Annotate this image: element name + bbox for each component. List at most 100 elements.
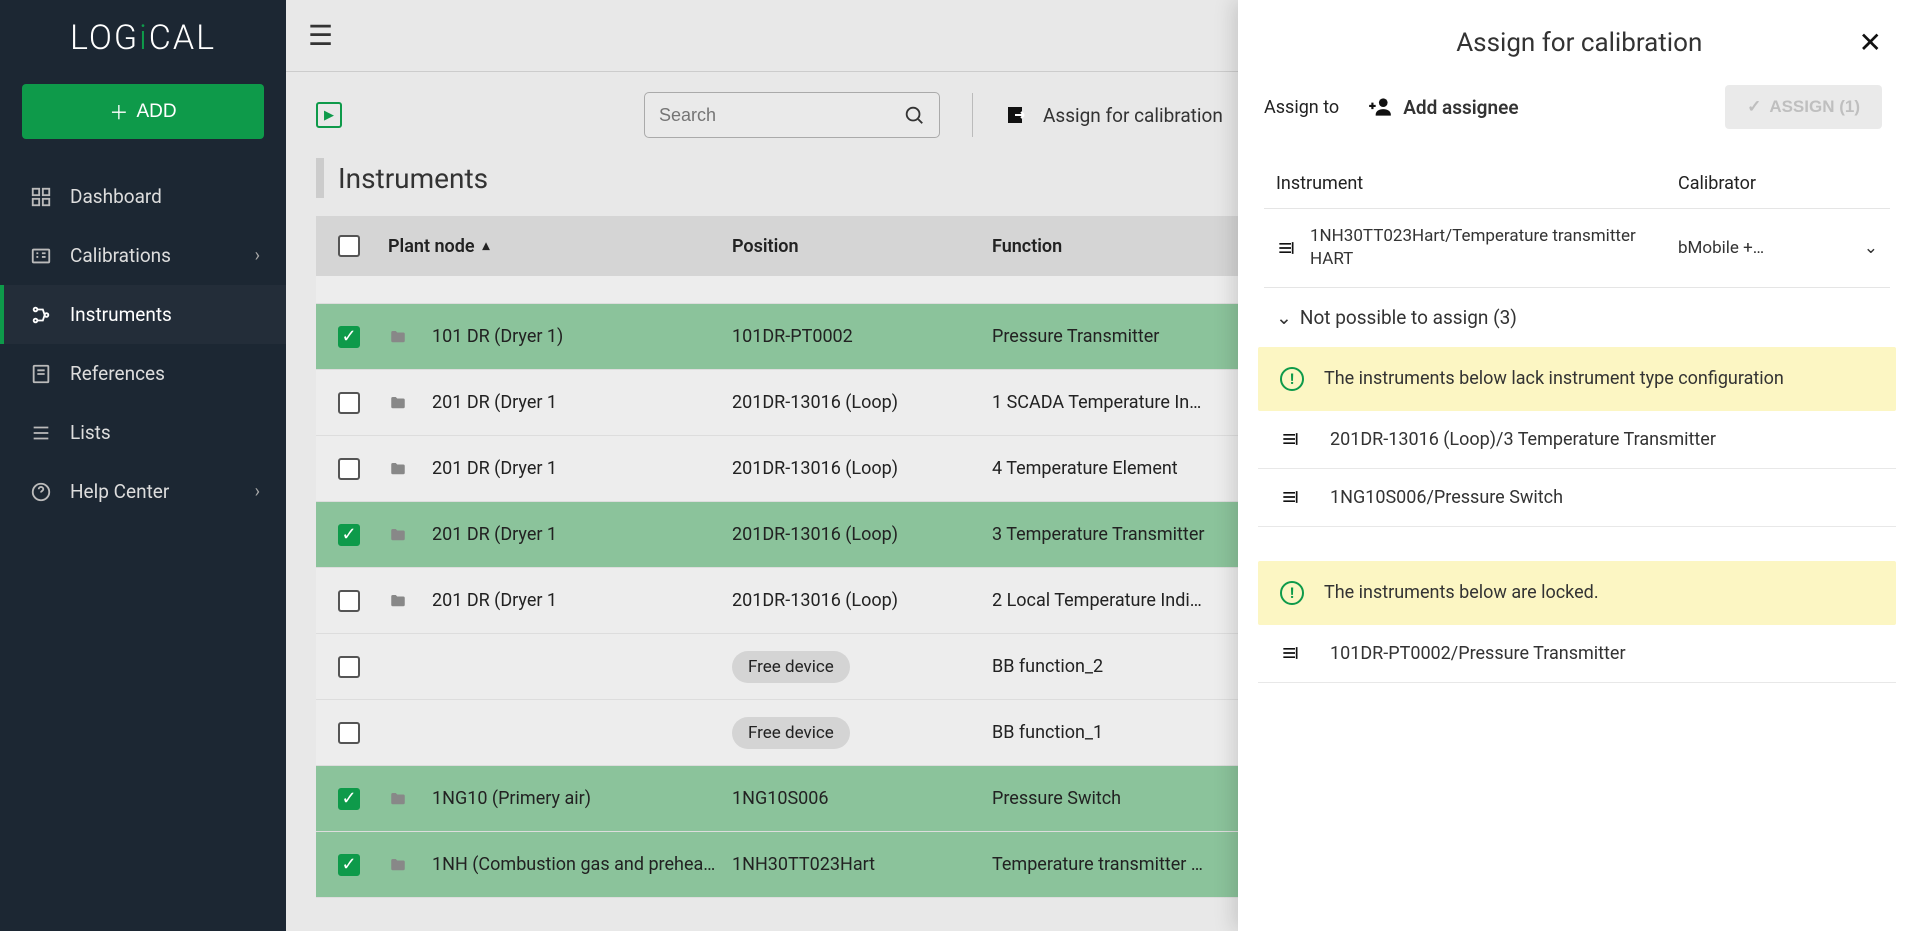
- plant-node-label: 201 DR (Dryer 1: [432, 392, 557, 413]
- separator: [972, 93, 973, 137]
- plant-node-label: 1NH (Combustion gas and prehea…: [432, 854, 715, 875]
- row-checkbox[interactable]: [338, 392, 360, 414]
- position-label: 1NG10S006: [732, 788, 992, 809]
- row-checkbox[interactable]: [338, 656, 360, 678]
- warning-text: The instruments below lack instrument ty…: [1324, 368, 1784, 389]
- item-label: 101DR-PT0002/Pressure Transmitter: [1330, 643, 1626, 664]
- nav-help[interactable]: Help Center ›: [0, 462, 286, 521]
- folder-icon: [388, 592, 408, 610]
- chevron-down-icon: ⌄: [1276, 306, 1292, 329]
- chevron-right-icon: ›: [255, 245, 260, 266]
- plant-node-label: 201 DR (Dryer 1: [432, 590, 557, 611]
- function-label: Pressure Transmitter: [992, 326, 1252, 347]
- panel-col-calibrator: Calibrator: [1678, 173, 1878, 194]
- plant-node-label: 201 DR (Dryer 1: [432, 524, 557, 545]
- calibrations-icon: [30, 245, 52, 267]
- assign-for-calibration-button[interactable]: Assign for calibration: [1005, 103, 1223, 127]
- row-checkbox[interactable]: ✓: [338, 854, 360, 876]
- not-possible-toggle[interactable]: ⌄ Not possible to assign (3): [1238, 288, 1916, 347]
- position-label: 101DR-PT0002: [732, 326, 992, 347]
- search-box[interactable]: [644, 92, 940, 138]
- function-label: 1 SCADA Temperature In…: [992, 392, 1252, 413]
- unassignable-item: 1NG10S006/Pressure Switch: [1258, 469, 1896, 527]
- row-checkbox[interactable]: ✓: [338, 326, 360, 348]
- position-label: 201DR-13016 (Loop): [732, 458, 992, 479]
- warning-text: The instruments below are locked.: [1324, 582, 1599, 603]
- position-label: 201DR-13016 (Loop): [732, 392, 992, 413]
- row-checkbox[interactable]: ✓: [338, 788, 360, 810]
- references-icon: [30, 363, 52, 385]
- row-checkbox[interactable]: ✓: [338, 524, 360, 546]
- panel-instrument-row: 1NH30TT023Hart/Temperature transmitter H…: [1264, 208, 1890, 288]
- warning-missing-type: ! The instruments below lack instrument …: [1258, 347, 1896, 411]
- folder-icon: [388, 856, 408, 874]
- lists-icon: [30, 422, 52, 444]
- row-checkbox[interactable]: [338, 590, 360, 612]
- calibrator-select[interactable]: bMobile +… ⌄: [1678, 238, 1878, 258]
- folder-icon: [388, 394, 408, 412]
- plant-node-label: 201 DR (Dryer 1: [432, 458, 557, 479]
- hamburger-icon[interactable]: ☰: [308, 19, 333, 52]
- nav-dashboard[interactable]: Dashboard: [0, 167, 286, 226]
- nav-lists[interactable]: Lists: [0, 403, 286, 462]
- help-icon: [30, 481, 52, 503]
- add-button[interactable]: ＋ ADD: [22, 84, 264, 139]
- plant-node-label: 1NG10 (Primery air): [432, 788, 591, 809]
- item-label: 1NG10S006/Pressure Switch: [1330, 487, 1563, 508]
- plus-icon: ＋: [109, 98, 128, 125]
- folder-icon: [388, 526, 408, 544]
- function-label: Pressure Switch: [992, 788, 1252, 809]
- assign-button-label: ASSIGN (1): [1769, 97, 1860, 117]
- check-icon: ✓: [1747, 97, 1761, 117]
- row-checkbox[interactable]: [338, 458, 360, 480]
- close-icon[interactable]: ✕: [1859, 26, 1882, 59]
- col-position[interactable]: Position: [732, 236, 992, 257]
- position-label: 201DR-13016 (Loop): [732, 590, 992, 611]
- nav-references-label: References: [70, 362, 165, 385]
- position-label: 1NH30TT023Hart: [732, 854, 992, 875]
- search-icon: [903, 104, 925, 126]
- panel-title: Assign for calibration: [1300, 28, 1859, 58]
- panel-col-instrument: Instrument: [1276, 173, 1678, 194]
- nav-dashboard-label: Dashboard: [70, 185, 162, 208]
- add-button-label: ADD: [136, 101, 176, 123]
- nav-instruments[interactable]: Instruments: [0, 285, 286, 344]
- folder-icon: [388, 328, 408, 346]
- instrument-icon: [1280, 429, 1300, 449]
- nav-help-label: Help Center: [70, 480, 169, 503]
- not-possible-label: Not possible to assign (3): [1300, 306, 1517, 329]
- assign-button[interactable]: ✓ ASSIGN (1): [1725, 85, 1882, 129]
- nav-calibrations-label: Calibrations: [70, 244, 171, 267]
- function-label: 3 Temperature Transmitter: [992, 524, 1252, 545]
- function-label: 2 Local Temperature Indi…: [992, 590, 1252, 611]
- folder-icon: [388, 460, 408, 478]
- unassignable-item: 201DR-13016 (Loop)/3 Temperature Transmi…: [1258, 411, 1896, 469]
- search-input[interactable]: [659, 105, 903, 126]
- nav-calibrations[interactable]: Calibrations ›: [0, 226, 286, 285]
- select-all-checkbox[interactable]: [338, 235, 360, 257]
- play-button[interactable]: ▶: [316, 102, 342, 128]
- nav-references[interactable]: References: [0, 344, 286, 403]
- free-device-pill: Free device: [732, 651, 850, 683]
- assign-for-calibration-label: Assign for calibration: [1043, 104, 1223, 127]
- unassignable-item: 101DR-PT0002/Pressure Transmitter: [1258, 625, 1896, 683]
- nav-lists-label: Lists: [70, 421, 111, 444]
- function-label: BB function_1: [992, 722, 1252, 743]
- col-function[interactable]: Function: [992, 236, 1252, 257]
- logo: LOGiCAL: [0, 18, 286, 58]
- position-label: 201DR-13016 (Loop): [732, 524, 992, 545]
- col-plant-node[interactable]: Plant node ▴: [382, 236, 732, 257]
- export-icon: [1005, 103, 1029, 127]
- dashboard-icon: [30, 186, 52, 208]
- page-title: Instruments: [338, 162, 488, 195]
- sidebar: LOGiCAL ＋ ADD Dashboard Calibrations › I…: [0, 0, 286, 931]
- function-label: Temperature transmitter …: [992, 854, 1252, 875]
- function-label: BB function_2: [992, 656, 1252, 677]
- add-assignee-label: Add assignee: [1403, 96, 1518, 119]
- folder-icon: [388, 790, 408, 808]
- assign-to-label: Assign to: [1264, 97, 1339, 118]
- item-label: 201DR-13016 (Loop)/3 Temperature Transmi…: [1330, 429, 1716, 450]
- add-assignee-button[interactable]: Add assignee: [1367, 94, 1518, 120]
- row-checkbox[interactable]: [338, 722, 360, 744]
- warning-locked: ! The instruments below are locked.: [1258, 561, 1896, 625]
